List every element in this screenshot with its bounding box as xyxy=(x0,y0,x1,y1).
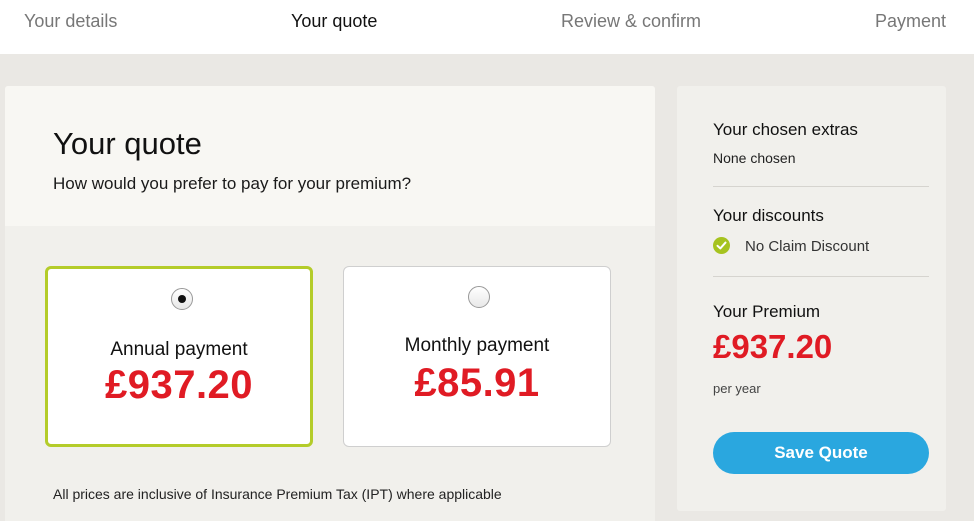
premium-price: £937.20 xyxy=(713,328,833,365)
monthly-payment-price: £85.91 xyxy=(414,361,540,405)
monthly-payment-label: Monthly payment xyxy=(404,335,550,356)
save-quote-button[interactable]: Save Quote xyxy=(713,432,929,474)
monthly-payment-option[interactable]: Monthly payment £85.91 xyxy=(343,266,611,447)
page-title: Your quote xyxy=(53,126,202,161)
quote-card: Your quote How would you prefer to pay f… xyxy=(5,86,655,521)
premium-period: per year xyxy=(713,381,761,396)
step-payment: Payment xyxy=(874,11,946,31)
annual-payment-option[interactable]: Annual payment £937.20 xyxy=(45,266,313,447)
extras-title: Your chosen extras xyxy=(713,120,858,139)
extras-value: None chosen xyxy=(713,150,796,166)
discounts-title: Your discounts xyxy=(713,206,824,225)
discount-no-claim: No Claim Discount xyxy=(745,238,870,255)
ipt-footnote: All prices are inclusive of Insurance Pr… xyxy=(53,486,502,502)
radio-dot xyxy=(178,295,186,303)
divider xyxy=(713,276,929,277)
divider xyxy=(713,186,929,187)
summary-card: Your chosen extras None chosen Your disc… xyxy=(677,86,946,511)
radio-unselected-icon[interactable] xyxy=(468,286,490,308)
step-your-quote: Your quote xyxy=(291,11,378,31)
progress-steps: Your details Your quote Review & confirm… xyxy=(0,0,974,54)
step-your-details: Your details xyxy=(24,11,118,31)
annual-payment-label: Annual payment xyxy=(110,339,248,360)
check-circle-icon xyxy=(713,237,730,254)
annual-payment-price: £937.20 xyxy=(104,363,254,407)
premium-title: Your Premium xyxy=(713,302,821,321)
radio-selected-icon[interactable] xyxy=(171,288,193,310)
step-review-confirm: Review & confirm xyxy=(561,11,702,31)
page-subtitle: How would you prefer to pay for your pre… xyxy=(53,174,412,193)
quote-header: Your quote How would you prefer to pay f… xyxy=(5,86,655,226)
